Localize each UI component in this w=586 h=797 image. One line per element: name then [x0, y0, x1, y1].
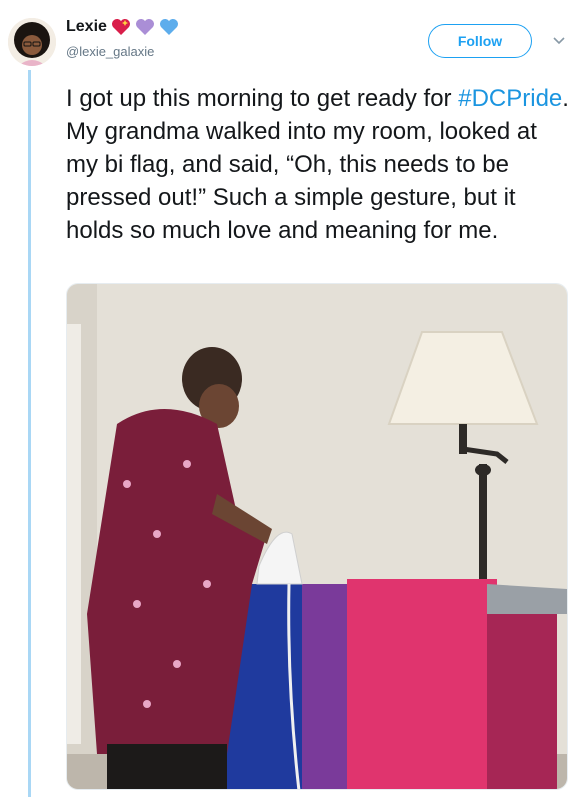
user-handle[interactable]: @lexie_galaxie — [66, 44, 154, 59]
bi-flag — [207, 579, 567, 789]
thread-connector-line — [28, 70, 31, 797]
tweet-photo[interactable] — [66, 283, 568, 790]
tweet-text: I got up this morning to get ready for #… — [66, 82, 571, 247]
avatar[interactable] — [8, 18, 56, 66]
chevron-down-icon[interactable] — [551, 34, 567, 48]
tweet-text-part: I got up this morning to get ready for — [66, 85, 459, 112]
blue-heart-icon — [159, 18, 179, 36]
follow-button[interactable]: Follow — [428, 24, 532, 58]
hashtag-link[interactable]: #DCPride — [458, 85, 562, 112]
purple-heart-icon — [135, 18, 155, 36]
user-name-row[interactable]: Lexie — [66, 18, 179, 36]
sparkling-heart-icon — [111, 18, 131, 36]
display-name[interactable]: Lexie — [66, 18, 107, 36]
